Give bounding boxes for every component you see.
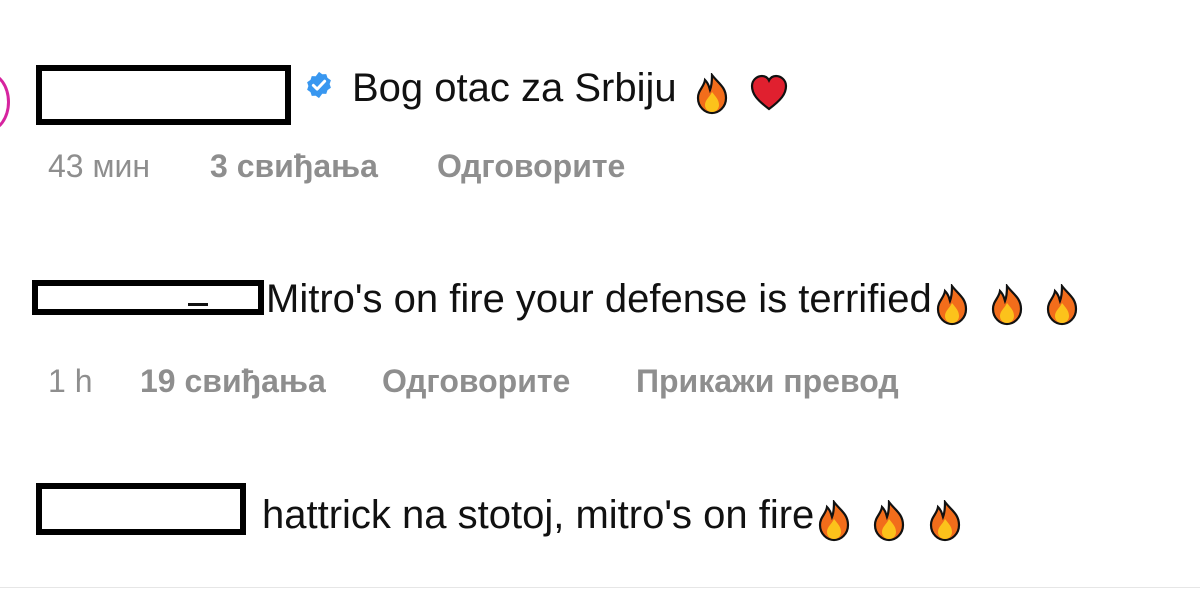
likes-count[interactable]: 19 свиђања xyxy=(140,365,326,397)
comments-panel: Bog otac za Srbiju 43 мин 3 свиђања Одго… xyxy=(0,0,1200,600)
comment-time: 43 мин xyxy=(48,148,151,184)
fire-emoji-icon xyxy=(991,284,1022,326)
comment-body: hattrick na stotoj, mitro's on fire xyxy=(262,493,815,537)
fire-emoji-icon xyxy=(929,500,960,542)
fire-emoji-icon xyxy=(696,73,727,115)
comment-body: Mitro's on fire your defense is terrifie… xyxy=(266,277,932,321)
verified-badge-icon xyxy=(307,71,331,99)
see-translation-button[interactable]: Прикажи превод xyxy=(636,365,899,397)
heart-emoji-icon xyxy=(750,75,787,111)
username-redacted[interactable] xyxy=(36,483,246,535)
fire-emoji-icon xyxy=(874,500,905,542)
crop-edge-divider xyxy=(0,587,1200,588)
likes-count[interactable]: 3 свиђања xyxy=(210,150,378,182)
reply-button[interactable]: Одговорите xyxy=(437,150,625,182)
reply-button[interactable]: Одговорите xyxy=(382,365,570,397)
username-redacted[interactable] xyxy=(32,280,264,315)
comment-body: Bog otac za Srbiju xyxy=(352,66,677,110)
comment-text: hattrick na stotoj, mitro's on fire xyxy=(262,495,965,542)
fire-emoji-icon xyxy=(1046,284,1078,326)
username-redacted[interactable] xyxy=(36,65,291,125)
comment-text: Bog otac za Srbiju xyxy=(352,68,791,115)
comment-text: Mitro's on fire your defense is terrifie… xyxy=(266,279,1082,326)
fire-emoji-icon xyxy=(819,500,850,542)
username-fragment xyxy=(188,303,208,306)
avatar[interactable] xyxy=(0,72,10,132)
fire-emoji-icon xyxy=(936,284,967,326)
comment-time: 1 h xyxy=(48,363,93,399)
